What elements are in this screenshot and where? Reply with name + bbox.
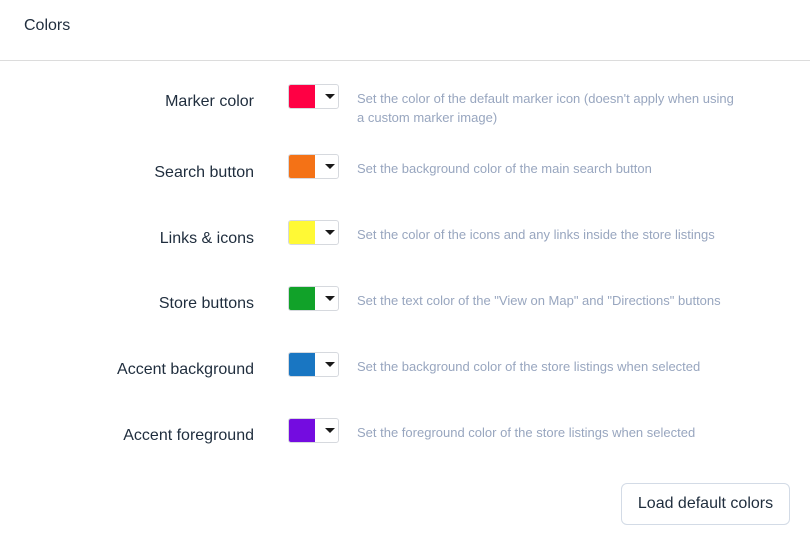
store-buttons-color-picker[interactable] bbox=[288, 286, 339, 311]
field-description: Set the background color of the main sea… bbox=[357, 161, 652, 176]
caret-down-icon bbox=[325, 296, 335, 301]
field-description: Set the text color of the "View on Map" … bbox=[357, 293, 721, 308]
accent-background-color-picker[interactable] bbox=[288, 352, 339, 377]
marker-color-picker[interactable] bbox=[288, 84, 339, 109]
links-icons-color-picker[interactable] bbox=[288, 220, 339, 245]
color-swatch bbox=[289, 85, 315, 108]
caret-down-icon bbox=[325, 428, 335, 433]
caret-down-icon bbox=[325, 164, 335, 169]
field-label: Search button bbox=[154, 164, 254, 181]
field-label: Marker color bbox=[165, 93, 254, 110]
caret-down-icon bbox=[325, 230, 335, 235]
field-label: Links & icons bbox=[159, 230, 254, 247]
search-button-color-picker[interactable] bbox=[288, 154, 339, 179]
caret-down-icon bbox=[325, 94, 335, 99]
accent-foreground-color-picker[interactable] bbox=[288, 418, 339, 443]
field-label: Accent background bbox=[117, 361, 254, 378]
color-swatch bbox=[289, 353, 315, 376]
caret-down-icon bbox=[325, 362, 335, 367]
color-swatch bbox=[289, 287, 315, 310]
field-description: Set the foreground color of the store li… bbox=[357, 425, 696, 440]
field-description: Set the background color of the store li… bbox=[357, 359, 701, 374]
load-default-colors-button[interactable]: Load default colors bbox=[621, 483, 790, 525]
color-swatch bbox=[289, 419, 315, 442]
section-header: Colors bbox=[0, 0, 810, 61]
field-label: Store buttons bbox=[158, 295, 254, 312]
color-swatch bbox=[289, 221, 315, 244]
field-description: Set the color of the default marker icon… bbox=[357, 91, 734, 125]
section-title: Colors bbox=[24, 17, 71, 34]
color-swatch bbox=[289, 155, 315, 178]
field-description: Set the color of the icons and any links… bbox=[357, 227, 715, 242]
field-label: Accent foreground bbox=[123, 427, 254, 444]
